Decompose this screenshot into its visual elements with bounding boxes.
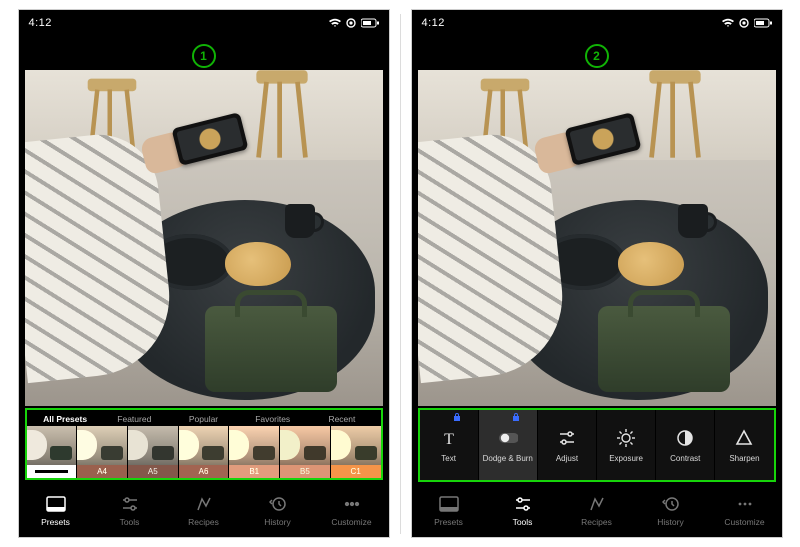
phone-screenshot-1: 4:12 1 All Presets Featured Popular Favo… — [18, 9, 390, 538]
status-bar: 4:12 — [412, 10, 782, 36]
tool-exposure[interactable]: Exposure — [596, 410, 655, 480]
tool-contrast[interactable]: Contrast — [655, 410, 714, 480]
tool-adjust[interactable]: Adjust — [537, 410, 596, 480]
status-bar: 4:12 — [19, 10, 389, 36]
tutorial-stage: 4:12 1 All Presets Featured Popular Favo… — [0, 0, 800, 547]
preset-b5[interactable]: B5 — [279, 426, 330, 478]
exposure-icon — [616, 428, 636, 448]
bottom-nav: Presets Tools Recipes History Customize — [19, 485, 389, 537]
nav-history[interactable]: History — [241, 485, 315, 537]
wifi-icon — [329, 18, 341, 28]
presets-icon — [439, 495, 459, 513]
tab-featured[interactable]: Featured — [100, 414, 169, 424]
step-marker-1: 1 — [192, 44, 216, 68]
status-time: 4:12 — [29, 17, 52, 29]
phone-screenshot-2: 4:12 2 T Text Dodge & Burn — [411, 9, 783, 538]
step-marker-2: 2 — [585, 44, 609, 68]
record-icon — [739, 18, 749, 28]
nav-customize[interactable]: Customize — [708, 485, 782, 537]
tab-favorites[interactable]: Favorites — [238, 414, 307, 424]
preset-c1[interactable]: C1 — [330, 426, 381, 478]
preset-a5[interactable]: A5 — [127, 426, 178, 478]
customize-icon — [342, 495, 362, 513]
lock-icon — [512, 413, 520, 421]
tab-popular[interactable]: Popular — [169, 414, 238, 424]
tool-dodge-burn[interactable]: Dodge & Burn — [478, 410, 537, 480]
tools-strip: T Text Dodge & Burn Adjust Exposure Cont… — [418, 408, 776, 482]
nav-presets[interactable]: Presets — [412, 485, 486, 537]
nav-customize[interactable]: Customize — [315, 485, 389, 537]
battery-icon — [754, 18, 772, 28]
record-icon — [346, 18, 356, 28]
adjust-icon — [557, 428, 577, 448]
sharpen-icon — [734, 428, 754, 448]
tool-sharpen[interactable]: Sharpen — [714, 410, 773, 480]
tools-icon — [120, 495, 140, 513]
dodge-burn-icon — [498, 428, 518, 448]
tool-text[interactable]: T Text — [420, 410, 478, 480]
preset-a6[interactable]: A6 — [178, 426, 229, 478]
svg-text:T: T — [444, 431, 454, 447]
tab-all-presets[interactable]: All Presets — [31, 414, 100, 424]
recipes-icon — [194, 495, 214, 513]
lock-icon — [453, 413, 461, 421]
editing-photo[interactable] — [418, 70, 776, 406]
history-icon — [268, 495, 288, 513]
preset-thumbnail-strip: A4 A5 A6 B1 B5 C1 — [25, 426, 383, 480]
nav-recipes[interactable]: Recipes — [167, 485, 241, 537]
preset-b1[interactable]: B1 — [228, 426, 279, 478]
customize-icon — [735, 495, 755, 513]
text-tool-icon: T — [439, 428, 459, 448]
nav-presets[interactable]: Presets — [19, 485, 93, 537]
preset-category-tabs: All Presets Featured Popular Favorites R… — [25, 408, 383, 428]
nav-recipes[interactable]: Recipes — [560, 485, 634, 537]
preset-a4[interactable]: A4 — [76, 426, 127, 478]
recipes-icon — [587, 495, 607, 513]
contrast-icon — [675, 428, 695, 448]
nav-history[interactable]: History — [634, 485, 708, 537]
tab-recent[interactable]: Recent — [307, 414, 376, 424]
editing-photo[interactable] — [25, 70, 383, 406]
presets-icon — [46, 495, 66, 513]
wifi-icon — [722, 18, 734, 28]
nav-tools[interactable]: Tools — [93, 485, 167, 537]
panel-divider — [400, 14, 401, 534]
status-time: 4:12 — [422, 17, 445, 29]
tools-icon — [513, 495, 533, 513]
history-icon — [661, 495, 681, 513]
nav-tools[interactable]: Tools — [486, 485, 560, 537]
preset-original[interactable] — [27, 426, 77, 478]
battery-icon — [361, 18, 379, 28]
bottom-nav: Presets Tools Recipes History Customize — [412, 485, 782, 537]
